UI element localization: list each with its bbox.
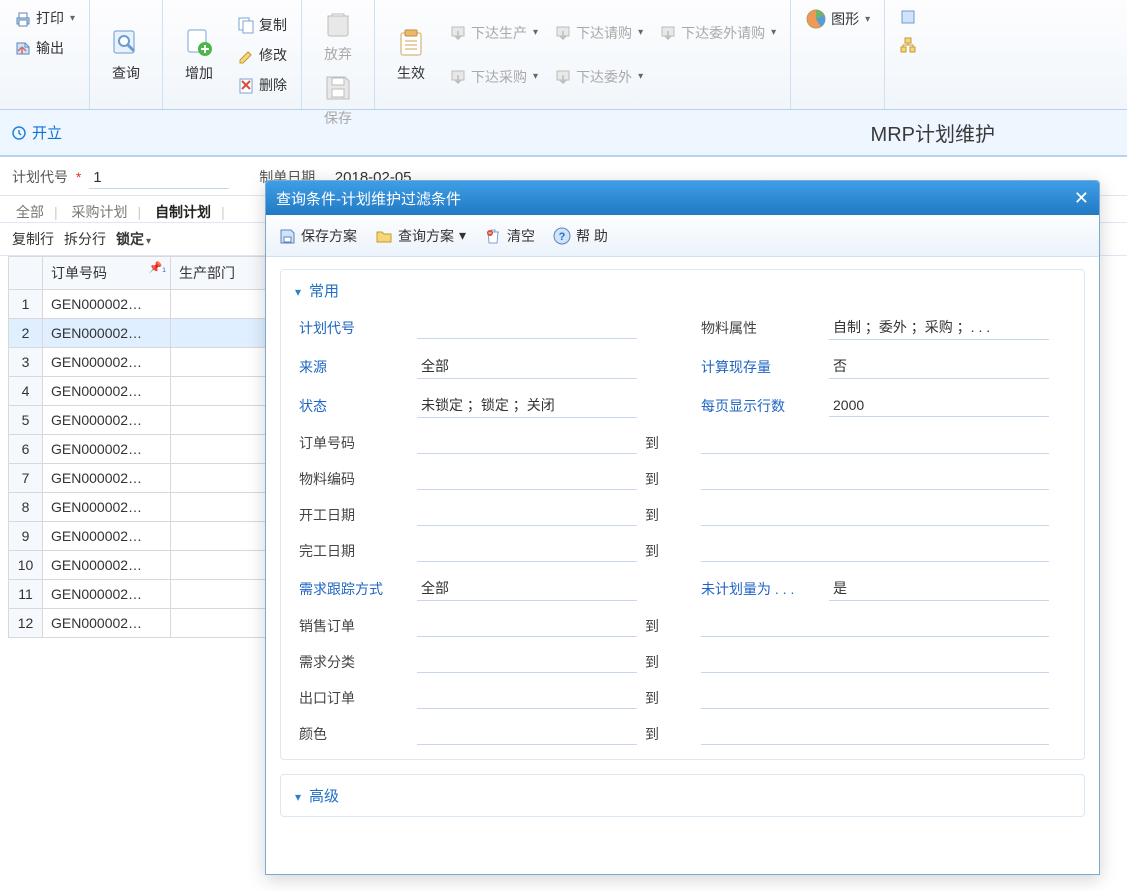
fld-plan-code-input[interactable] xyxy=(417,317,637,339)
fld-start-date-label: 开工日期 xyxy=(299,505,409,525)
fld-color-label: 颜色 xyxy=(299,724,409,744)
fld-sales-order-label: 销售订单 xyxy=(299,616,409,636)
fld-sales-order-from[interactable] xyxy=(417,615,637,637)
to-label: 到 xyxy=(645,688,693,708)
fld-export-order-from[interactable] xyxy=(417,687,637,709)
panel-advanced: ▾ 高级 xyxy=(280,774,1085,817)
dialog-toolbar: 保存方案 查询方案 ▾ 清空 ? 帮 助 xyxy=(266,215,1099,257)
fld-export-order-to[interactable] xyxy=(701,687,1049,709)
fld-sales-order-to[interactable] xyxy=(701,615,1049,637)
common-fields: 计划代号 物料属性 自制 ；委外 ；采购 ；. . . 来源 全部 计算现存量 … xyxy=(299,315,1066,745)
trash-icon xyxy=(484,227,502,245)
fld-order-no-from[interactable] xyxy=(417,432,637,454)
fld-end-date-to[interactable] xyxy=(701,540,1049,562)
to-label: 到 xyxy=(645,541,693,561)
fld-page-rows-input[interactable] xyxy=(829,395,1049,417)
panel-advanced-title: 高级 xyxy=(309,788,339,805)
clear-button[interactable]: 清空 xyxy=(484,226,535,246)
fld-material-code-from[interactable] xyxy=(417,468,637,490)
save-scheme-label: 保存方案 xyxy=(301,226,357,246)
to-label: 到 xyxy=(645,724,693,744)
dialog-body: ▾ 常用 计划代号 物料属性 自制 ；委外 ；采购 ；. . . 来源 全部 计算… xyxy=(266,257,1099,874)
fld-source-value[interactable]: 全部 xyxy=(417,354,637,379)
fld-material-code-label: 物料编码 xyxy=(299,469,409,489)
fld-demand-track-value[interactable]: 全部 xyxy=(417,576,637,601)
fld-page-rows-label: 每页显示行数 xyxy=(701,396,821,416)
dialog-title-text: 查询条件-计划维护过滤条件 xyxy=(276,188,461,209)
fld-unplanned-label: 未计划量为 . . . xyxy=(701,579,821,599)
help-label: 帮 助 xyxy=(576,226,608,246)
help-icon: ? xyxy=(553,227,571,245)
fld-status-label: 状态 xyxy=(299,396,409,416)
close-icon[interactable]: ✕ xyxy=(1074,188,1089,209)
caret-down-icon: ▾ xyxy=(295,285,301,299)
query-scheme-button[interactable]: 查询方案 ▾ xyxy=(375,226,466,246)
fld-color-to[interactable] xyxy=(701,723,1049,745)
to-label: 到 xyxy=(645,433,693,453)
fld-demand-track-label: 需求跟踪方式 xyxy=(299,579,409,599)
fld-calc-stock-label: 计算现存量 xyxy=(701,357,821,377)
panel-common-title: 常用 xyxy=(309,283,339,300)
fld-source-label: 来源 xyxy=(299,357,409,377)
help-button[interactable]: ? 帮 助 xyxy=(553,226,608,246)
fld-demand-class-label: 需求分类 xyxy=(299,652,409,672)
clear-label: 清空 xyxy=(507,226,535,246)
fld-material-code-to[interactable] xyxy=(701,468,1049,490)
fld-calc-stock-value[interactable]: 否 xyxy=(829,354,1049,379)
fld-unplanned-value[interactable]: 是 xyxy=(829,576,1049,601)
save-scheme-button[interactable]: 保存方案 xyxy=(278,226,357,246)
fld-material-attr-value[interactable]: 自制 ；委外 ；采购 ；. . . xyxy=(829,315,1049,340)
fld-end-date-from[interactable] xyxy=(417,540,637,562)
panel-common-header[interactable]: ▾ 常用 xyxy=(281,270,1084,311)
fld-end-date-label: 完工日期 xyxy=(299,541,409,561)
caret-down-icon: ▾ xyxy=(295,790,301,804)
to-label: 到 xyxy=(645,505,693,525)
dialog-titlebar[interactable]: 查询条件-计划维护过滤条件 ✕ xyxy=(266,181,1099,215)
fld-order-no-to[interactable] xyxy=(701,432,1049,454)
fld-start-date-to[interactable] xyxy=(701,504,1049,526)
fld-start-date-from[interactable] xyxy=(417,504,637,526)
panel-common: ▾ 常用 计划代号 物料属性 自制 ；委外 ；采购 ；. . . 来源 全部 计算… xyxy=(280,269,1085,760)
folder-open-icon xyxy=(375,227,393,245)
fld-export-order-label: 出口订单 xyxy=(299,688,409,708)
fld-demand-class-to[interactable] xyxy=(701,651,1049,673)
fld-color-from[interactable] xyxy=(417,723,637,745)
chevron-down-icon: ▾ xyxy=(459,227,466,244)
fld-status-value[interactable]: 未锁定 ；锁定 ；关闭 xyxy=(417,393,637,418)
to-label: 到 xyxy=(645,652,693,672)
fld-order-no-label: 订单号码 xyxy=(299,433,409,453)
query-scheme-label: 查询方案 xyxy=(398,226,454,246)
to-label: 到 xyxy=(645,469,693,489)
to-label: 到 xyxy=(645,616,693,636)
query-dialog: 查询条件-计划维护过滤条件 ✕ 保存方案 查询方案 ▾ 清空 ? 帮 助 ▾ 常用 xyxy=(265,180,1100,875)
fld-plan-code-label: 计划代号 xyxy=(299,318,409,338)
save-icon xyxy=(278,227,296,245)
fld-demand-class-from[interactable] xyxy=(417,651,637,673)
fld-material-attr-label: 物料属性 xyxy=(701,318,821,338)
svg-text:?: ? xyxy=(559,231,566,243)
panel-advanced-header[interactable]: ▾ 高级 xyxy=(281,775,1084,816)
